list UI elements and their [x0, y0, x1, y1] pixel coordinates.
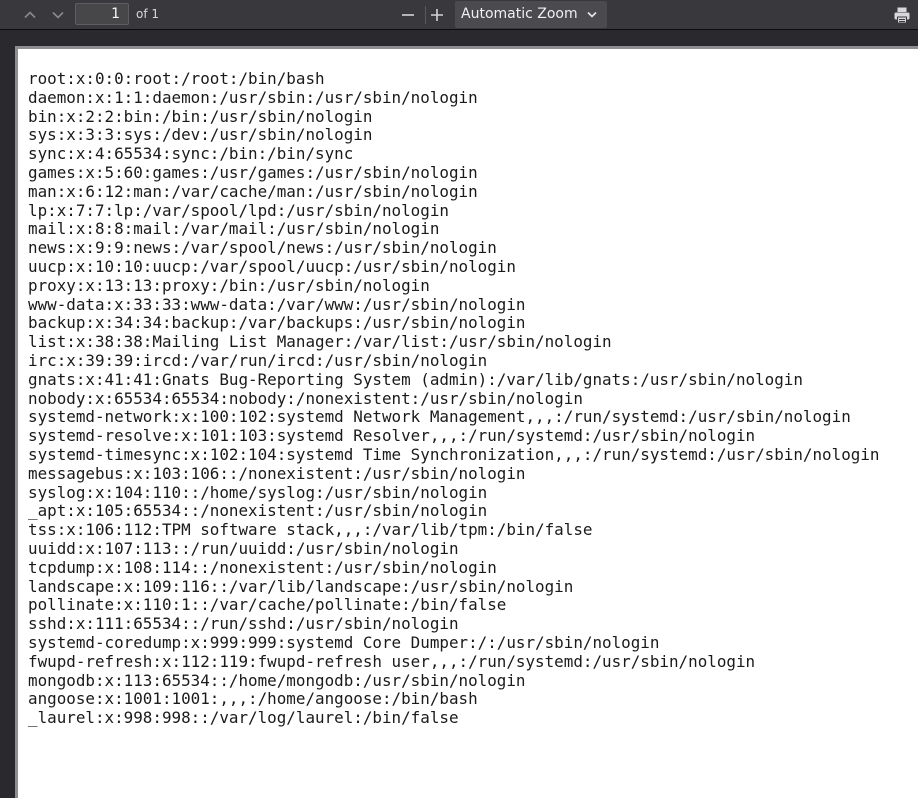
text-line: sync:x:4:65534:sync:/bin:/bin/sync [28, 144, 354, 164]
zoom-select[interactable]: Automatic Zoom [455, 1, 607, 28]
plus-icon [431, 9, 443, 21]
text-line: gnats:x:41:41:Gnats Bug-Reporting System… [28, 369, 803, 389]
document-viewer[interactable]: root:x:0:0:root:/root:/bin/bash daemon:x… [0, 30, 918, 798]
text-line: angoose:x:1001:1001:,,,:/home/angoose:/b… [28, 689, 478, 709]
text-line: root:x:0:0:root:/root:/bin/bash [28, 69, 325, 88]
text-line: messagebus:x:103:106::/nonexistent:/usr/… [28, 463, 526, 483]
text-line: news:x:9:9:news:/var/spool/news:/usr/sbi… [28, 238, 497, 258]
text-line: proxy:x:13:13:proxy:/bin:/usr/sbin/nolog… [28, 275, 430, 295]
text-line: lp:x:7:7:lp:/var/spool/lpd:/usr/sbin/nol… [28, 200, 449, 220]
next-page-button[interactable] [45, 3, 71, 27]
text-line: systemd-timesync:x:102:104:systemd Time … [28, 444, 880, 464]
text-line: backup:x:34:34:backup:/var/backups:/usr/… [28, 313, 526, 333]
text-line: tcpdump:x:108:114::/nonexistent:/usr/sbi… [28, 557, 497, 577]
text-line: bin:x:2:2:bin:/bin:/usr/sbin/nologin [28, 106, 373, 126]
zoom-out-button[interactable] [395, 3, 421, 27]
text-line: sys:x:3:3:sys:/dev:/usr/sbin/nologin [28, 125, 373, 145]
document-text: root:x:0:0:root:/root:/bin/bash daemon:x… [28, 69, 880, 728]
page-count-label: of 1 [136, 7, 160, 21]
zoom-select-value: Automatic Zoom [461, 6, 578, 22]
text-line: daemon:x:1:1:daemon:/usr/sbin:/usr/sbin/… [28, 87, 478, 107]
text-line: syslog:x:104:110::/home/syslog:/usr/sbin… [28, 482, 488, 502]
zoom-in-button[interactable] [424, 3, 450, 27]
text-line: man:x:6:12:man:/var/cache/man:/usr/sbin/… [28, 181, 478, 201]
text-line: _laurel:x:998:998::/var/log/laurel:/bin/… [28, 708, 459, 728]
chevron-down-icon [587, 11, 597, 18]
text-line: tss:x:106:112:TPM software stack,,,:/var… [28, 520, 593, 540]
pdf-toolbar: of 1 Automatic Zoom [0, 0, 918, 30]
text-line: fwupd-refresh:x:112:119:fwupd-refresh us… [28, 651, 756, 671]
text-line: mongodb:x:113:65534::/home/mongodb:/usr/… [28, 670, 526, 690]
text-line: irc:x:39:39:ircd:/var/run/ircd:/usr/sbin… [28, 350, 488, 370]
text-line: mail:x:8:8:mail:/var/mail:/usr/sbin/nolo… [28, 219, 440, 239]
text-line: sshd:x:111:65534::/run/sshd:/usr/sbin/no… [28, 614, 459, 634]
text-line: games:x:5:60:games:/usr/games:/usr/sbin/… [28, 162, 478, 182]
text-line: pollinate:x:110:1::/var/cache/pollinate:… [28, 595, 507, 615]
printer-icon [894, 7, 910, 24]
chevron-down-icon [52, 11, 64, 19]
text-line: list:x:38:38:Mailing List Manager:/var/l… [28, 332, 612, 352]
text-line: _apt:x:105:65534::/nonexistent:/usr/sbin… [28, 501, 488, 521]
page-number-input[interactable] [75, 3, 129, 25]
text-line: landscape:x:109:116::/var/lib/landscape:… [28, 576, 574, 596]
text-line: uuidd:x:107:113::/run/uuidd:/usr/sbin/no… [28, 538, 459, 558]
previous-page-button[interactable] [17, 3, 43, 27]
pdf-page: root:x:0:0:root:/root:/bin/bash daemon:x… [15, 46, 918, 798]
print-button[interactable] [890, 3, 914, 27]
text-line: nobody:x:65534:65534:nobody:/nonexistent… [28, 388, 583, 408]
text-line: www-data:x:33:33:www-data:/var/www:/usr/… [28, 294, 526, 314]
text-line: systemd-resolve:x:101:103:systemd Resolv… [28, 426, 756, 446]
text-line: systemd-network:x:100:102:systemd Networ… [28, 407, 851, 427]
text-line: uucp:x:10:10:uucp:/var/spool/uucp:/usr/s… [28, 256, 516, 276]
minus-icon [402, 14, 414, 16]
text-line: systemd-coredump:x:999:999:systemd Core … [28, 632, 660, 652]
chevron-up-icon [24, 11, 36, 19]
